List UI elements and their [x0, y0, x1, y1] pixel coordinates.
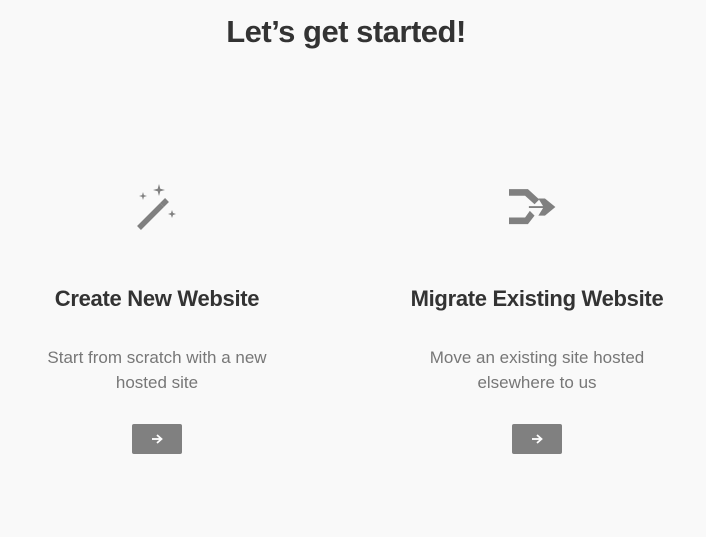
- page-title: Let’s get started!: [226, 14, 466, 49]
- card-title: Create New Website: [54, 286, 260, 311]
- create-website-button[interactable]: [132, 424, 182, 454]
- migrate-website-card: Migrate Existing Website Move an existin…: [387, 180, 687, 470]
- arrow-right-icon: [531, 434, 543, 444]
- migrate-website-button[interactable]: [512, 424, 562, 454]
- card-title: Migrate Existing Website: [410, 286, 664, 311]
- create-website-card: Create New Website Start from scratch wi…: [7, 180, 307, 470]
- merge-arrows-icon: [509, 180, 562, 236]
- card-description: Move an existing site hosted elsewhere t…: [429, 348, 645, 392]
- arrow-right-icon: [151, 434, 163, 444]
- magic-wand-icon: [132, 180, 182, 236]
- card-description: Start from scratch with a new hosted sit…: [47, 348, 267, 392]
